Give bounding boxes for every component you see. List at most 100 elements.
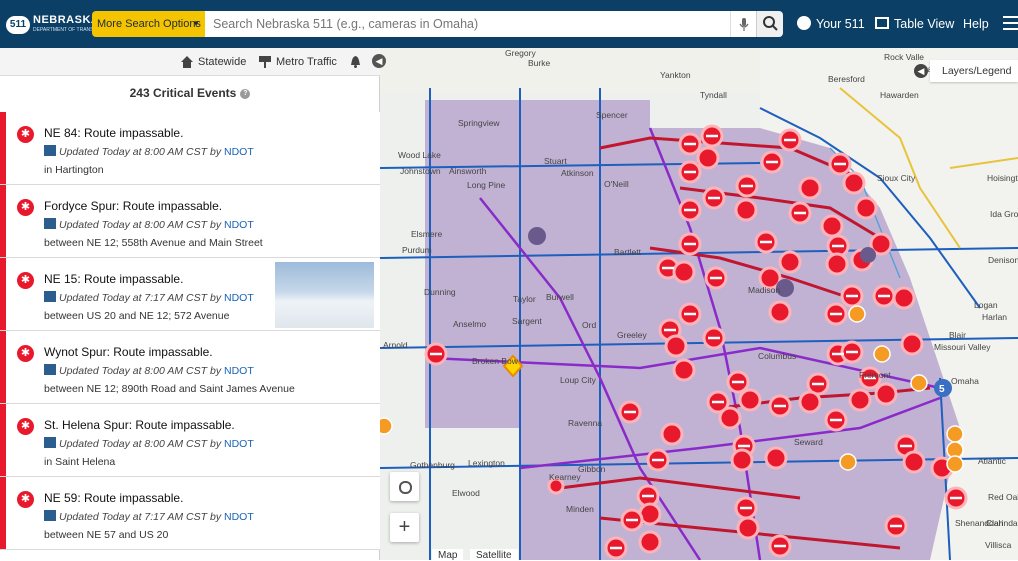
table-view-link[interactable]: Table View — [894, 17, 954, 31]
map-type-map-button[interactable]: Map — [432, 549, 464, 561]
event-title[interactable]: NE 59: Route impassable. — [44, 491, 183, 505]
svg-text:Gothenburg: Gothenburg — [410, 460, 455, 470]
event-source-link[interactable]: NDOT — [224, 292, 254, 304]
road-closed-icon: ✱ — [17, 491, 34, 508]
svg-text:Ainsworth: Ainsworth — [449, 166, 487, 176]
event-source-link[interactable]: NDOT — [224, 438, 254, 450]
event-title[interactable]: Wynot Spur: Route impassable. — [44, 345, 213, 359]
help-link[interactable]: Help — [963, 17, 989, 31]
svg-text:Loup City: Loup City — [560, 375, 597, 385]
camera-thumbnail[interactable] — [275, 262, 374, 328]
event-list-item[interactable]: ✱ St. Helena Spur: Route impassable. Updat… — [0, 404, 380, 477]
svg-text:Blair: Blair — [949, 330, 966, 340]
road-icon — [44, 364, 56, 375]
traffic-sign-icon — [259, 56, 271, 68]
svg-text:Hawarden: Hawarden — [880, 90, 919, 100]
svg-text:Rock Valle: Rock Valle — [884, 52, 924, 62]
svg-text:Sioux City: Sioux City — [877, 173, 916, 183]
info-icon[interactable]: ? — [240, 88, 251, 99]
collapse-sidebar-button[interactable]: ◀ — [372, 54, 386, 68]
event-list-item[interactable]: ✱ Fordyce Spur: Route impassable. Updated … — [0, 185, 380, 258]
event-list-item[interactable]: ✱ NE 59: Route impassable. Updated Today a… — [0, 477, 380, 550]
map-type-satellite-button[interactable]: Satellite — [470, 549, 518, 561]
svg-text:Seward: Seward — [794, 437, 823, 447]
svg-text:Madison: Madison — [748, 285, 780, 295]
statewide-link[interactable]: Statewide — [198, 56, 246, 68]
severity-stripe — [0, 404, 6, 476]
svg-text:Burke: Burke — [528, 58, 550, 68]
search-icon — [763, 16, 778, 31]
svg-text:Purdum: Purdum — [402, 245, 432, 255]
svg-text:Tyndall: Tyndall — [700, 90, 727, 100]
event-title[interactable]: St. Helena Spur: Route impassable. — [44, 418, 235, 432]
event-list-item[interactable]: ✱ NE 84: Route impassable. Updated Today a… — [0, 112, 380, 185]
metro-traffic-link[interactable]: Metro Traffic — [276, 56, 337, 68]
microphone-button[interactable] — [730, 11, 756, 37]
event-title[interactable]: Fordyce Spur: Route impassable. — [44, 199, 222, 213]
svg-text:Atlantic: Atlantic — [978, 456, 1007, 466]
more-search-options-button[interactable]: More Search Options ▼ — [92, 11, 205, 37]
event-updated: Updated Today at 7:17 AM CST by NDOT — [44, 510, 254, 523]
sidebar-header: Statewide Metro Traffic ◀ — [0, 48, 386, 76]
event-updated: Updated Today at 8:00 AM CST by NDOT — [44, 145, 254, 158]
locate-me-button[interactable] — [390, 472, 419, 501]
zoom-in-button[interactable]: + — [390, 513, 419, 542]
event-updated-text: Updated Today at 7:17 AM CST by — [59, 292, 222, 304]
svg-text:Broken Bow: Broken Bow — [472, 356, 519, 366]
event-list-item[interactable]: ✱ Wynot Spur: Route impassable. Updated To… — [0, 331, 380, 404]
search-button[interactable] — [756, 11, 783, 37]
road-icon — [44, 291, 56, 302]
road-icon — [44, 145, 56, 156]
event-location: between US 20 and NE 12; 572 Avenue — [44, 310, 230, 322]
event-list-item[interactable]: ✱ NE 15: Route impassable. Updated Today a… — [0, 258, 380, 331]
svg-text:Minden: Minden — [566, 504, 594, 514]
svg-text:Missouri Valley: Missouri Valley — [934, 342, 991, 352]
event-updated: Updated Today at 8:00 AM CST by NDOT — [44, 437, 254, 450]
event-source-link[interactable]: NDOT — [224, 365, 254, 377]
event-source-link[interactable]: NDOT — [224, 146, 254, 158]
cluster-count: 5 — [939, 384, 945, 395]
svg-text:Shenandoah: Shenandoah — [955, 518, 1003, 528]
svg-text:Johnstown: Johnstown — [400, 166, 441, 176]
severity-stripe — [0, 258, 6, 330]
event-list: ✱ NE 84: Route impassable. Updated Today a… — [0, 112, 380, 560]
svg-text:Burwell: Burwell — [546, 292, 574, 302]
event-location: in Hartington — [44, 164, 104, 176]
event-title[interactable]: NE 84: Route impassable. — [44, 126, 183, 140]
event-source-link[interactable]: NDOT — [224, 511, 254, 523]
svg-text:Columbus: Columbus — [758, 351, 796, 361]
svg-text:Gibbon: Gibbon — [578, 464, 606, 474]
bell-icon[interactable] — [350, 56, 361, 68]
user-icon — [797, 16, 811, 30]
layers-collapse-button[interactable]: ◀ — [914, 64, 928, 78]
svg-text:Atkinson: Atkinson — [561, 168, 594, 178]
road-closed-icon: ✱ — [17, 199, 34, 216]
event-location: between NE 12; 890th Road and Saint Jame… — [44, 383, 295, 395]
search-input[interactable] — [205, 11, 730, 37]
severity-stripe — [0, 331, 6, 403]
event-title[interactable]: NE 15: Route impassable. — [44, 272, 183, 286]
svg-text:Bartlett: Bartlett — [614, 247, 642, 257]
severity-stripe — [0, 477, 6, 549]
your-511-link[interactable]: Your 511 — [816, 17, 865, 31]
event-location: between NE 57 and US 20 — [44, 529, 169, 541]
svg-text:Villisca: Villisca — [985, 540, 1012, 550]
hamburger-menu-icon[interactable] — [1003, 16, 1018, 30]
layers-legend-button[interactable]: Layers/Legend — [930, 60, 1018, 82]
weather-icon — [860, 247, 876, 263]
svg-text:Hoisington: Hoisington — [987, 173, 1018, 183]
svg-text:Yankton: Yankton — [660, 70, 691, 80]
nebraska-511-logo[interactable]: 511 NEBRASKA DEPARTMENT OF TRANSPORTATIO… — [6, 14, 122, 36]
svg-text:Anselmo: Anselmo — [453, 319, 486, 329]
svg-text:Long Pine: Long Pine — [467, 180, 506, 190]
events-sidebar: Statewide Metro Traffic ◀ 243 Critical E… — [0, 48, 386, 560]
svg-text:Sargent: Sargent — [512, 316, 542, 326]
critical-events-count: 243 Critical Events? — [0, 86, 380, 100]
svg-text:Harlan: Harlan — [982, 312, 1007, 322]
top-navigation-bar: 511 NEBRASKA DEPARTMENT OF TRANSPORTATIO… — [0, 0, 1018, 48]
svg-text:Springview: Springview — [458, 118, 500, 128]
event-location: in Saint Helena — [44, 456, 116, 468]
event-updated: Updated Today at 8:00 AM CST by NDOT — [44, 364, 254, 377]
event-source-link[interactable]: NDOT — [224, 219, 254, 231]
event-updated: Updated Today at 8:00 AM CST by NDOT — [44, 218, 254, 231]
